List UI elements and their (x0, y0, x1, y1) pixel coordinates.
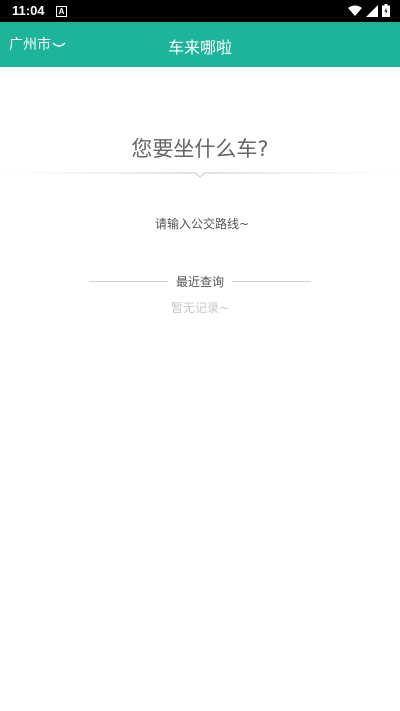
prompt-divider (0, 172, 400, 178)
recent-divider-left (89, 280, 168, 282)
status-bar: 11:04 A (0, 0, 400, 22)
wifi-icon (348, 5, 362, 16)
status-icons (348, 4, 390, 17)
route-search-input[interactable] (100, 212, 304, 236)
battery-icon (382, 4, 390, 17)
notification-icon: A (56, 6, 67, 17)
signal-icon (366, 4, 378, 17)
search-prompt: 您要坐什么车? (131, 137, 269, 161)
empty-history-text: 暂无记录~ (170, 301, 230, 315)
status-time: 11:04 (12, 3, 45, 18)
app-bar: 广州市 车来哪啦 (0, 22, 400, 67)
recent-header: 最近查询 (89, 272, 312, 290)
app-title: 车来哪啦 (167, 38, 232, 57)
recent-divider-right (232, 280, 312, 282)
recent-title: 最近查询 (176, 274, 225, 289)
